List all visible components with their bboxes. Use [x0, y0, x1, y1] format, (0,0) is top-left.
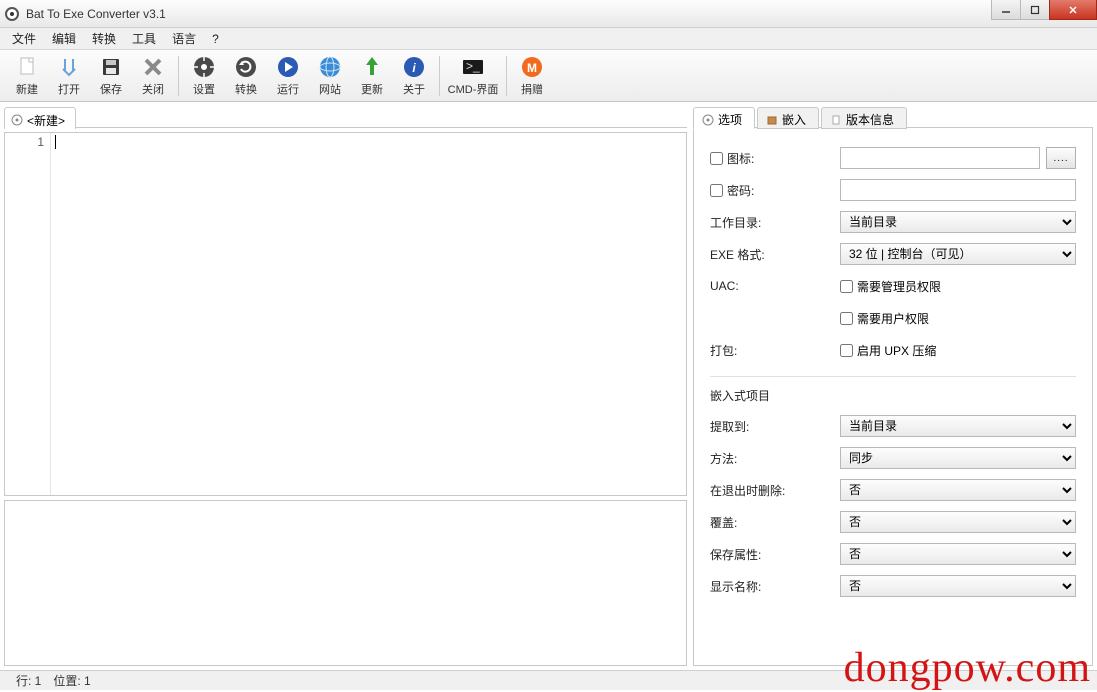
tb-close[interactable]: 关闭: [132, 53, 174, 99]
menu-convert[interactable]: 转换: [84, 28, 124, 49]
password-field[interactable]: [840, 179, 1076, 201]
tab-version[interactable]: 版本信息: [821, 107, 907, 129]
menu-help[interactable]: ?: [204, 30, 227, 48]
box-icon: [766, 114, 778, 126]
status-line: 行: 1: [10, 672, 47, 689]
svg-text:>_: >_: [466, 59, 480, 73]
row-exeformat: EXE 格式: 32 位 | 控制台（可见）: [710, 242, 1076, 266]
tb-convert[interactable]: 转换: [225, 53, 267, 99]
editor-text-area[interactable]: [51, 133, 686, 495]
tb-settings[interactable]: 设置: [183, 53, 225, 99]
menu-tools[interactable]: 工具: [124, 28, 164, 49]
menu-file[interactable]: 文件: [4, 28, 44, 49]
row-password: 密码:: [710, 178, 1076, 202]
gear-small-icon: [11, 114, 23, 126]
left-pane: <新建> 1: [4, 106, 687, 666]
password-checkbox[interactable]: [710, 184, 723, 197]
donate-icon: M: [520, 55, 544, 79]
run-icon: [276, 55, 300, 79]
app-icon: [4, 6, 20, 22]
status-pos: 位置: 1: [47, 672, 96, 689]
preserve-attr-select[interactable]: 否: [840, 543, 1076, 565]
terminal-icon: >_: [461, 55, 485, 79]
save-icon: [99, 55, 123, 79]
row-uac2: 需要用户权限: [710, 306, 1076, 330]
row-uac: UAC: 需要管理员权限: [710, 274, 1076, 298]
tb-website[interactable]: 网站: [309, 53, 351, 99]
editor-tab-label: <新建>: [27, 112, 65, 129]
icon-checkbox[interactable]: [710, 152, 723, 165]
icon-browse-button[interactable]: ....: [1046, 147, 1076, 169]
new-file-icon: [15, 55, 39, 79]
window-controls: [992, 0, 1097, 20]
info-icon: i: [402, 55, 426, 79]
tb-new[interactable]: 新建: [6, 53, 48, 99]
close-button[interactable]: [1049, 0, 1097, 20]
row-workdir: 工作目录: 当前目录: [710, 210, 1076, 234]
tb-open[interactable]: 打开: [48, 53, 90, 99]
workdir-select[interactable]: 当前目录: [840, 211, 1076, 233]
client-area: <新建> 1 选项 嵌入 版本信息 图标:: [0, 102, 1097, 670]
tab-options[interactable]: 选项: [693, 107, 755, 129]
close-file-icon: [141, 55, 165, 79]
show-name-select[interactable]: 否: [840, 575, 1076, 597]
toolbar-separator: [439, 56, 440, 96]
tb-update[interactable]: 更新: [351, 53, 393, 99]
menu-language[interactable]: 语言: [164, 28, 204, 49]
tb-save[interactable]: 保存: [90, 53, 132, 99]
overwrite-select[interactable]: 否: [840, 511, 1076, 533]
delete-on-exit-select[interactable]: 否: [840, 479, 1076, 501]
toolbar: 新建 打开 保存 关闭 设置 转换 运行 网站 更新 i关于 >_CMD-界面 …: [0, 50, 1097, 102]
tb-cmd[interactable]: >_CMD-界面: [444, 53, 502, 99]
globe-icon: [318, 55, 342, 79]
option-tabs: 选项 嵌入 版本信息: [693, 106, 1093, 128]
minimize-button[interactable]: [991, 0, 1021, 20]
menu-edit[interactable]: 编辑: [44, 28, 84, 49]
menubar: 文件 编辑 转换 工具 语言 ?: [0, 28, 1097, 50]
toolbar-separator: [178, 56, 179, 96]
upx-checkbox[interactable]: [840, 344, 853, 357]
embed-section-header: 嵌入式项目: [710, 376, 1076, 404]
maximize-button[interactable]: [1020, 0, 1050, 20]
exeformat-select[interactable]: 32 位 | 控制台（可见）: [840, 243, 1076, 265]
editor-tabs: <新建>: [4, 106, 687, 128]
gear-small-icon: [702, 114, 714, 126]
update-icon: [360, 55, 384, 79]
row-pack: 打包: 启用 UPX 压缩: [710, 338, 1076, 362]
tab-embed[interactable]: 嵌入: [757, 107, 819, 129]
window-title: Bat To Exe Converter v3.1: [26, 7, 166, 21]
row-icon: 图标: ....: [710, 146, 1076, 170]
tb-run[interactable]: 运行: [267, 53, 309, 99]
toolbar-separator: [506, 56, 507, 96]
uac-admin-checkbox[interactable]: [840, 280, 853, 293]
extract-to-select[interactable]: 当前目录: [840, 415, 1076, 437]
titlebar: Bat To Exe Converter v3.1: [0, 0, 1097, 28]
editor-gutter: 1: [5, 133, 51, 495]
editor-tab-new[interactable]: <新建>: [4, 107, 76, 129]
code-editor[interactable]: 1: [4, 132, 687, 496]
uac-user-checkbox[interactable]: [840, 312, 853, 325]
icon-field[interactable]: [840, 147, 1040, 169]
tb-donate[interactable]: M捐赠: [511, 53, 553, 99]
options-panel: 图标: .... 密码: 工作目录: 当前目录 EXE 格式: 32 位 | 控…: [693, 128, 1093, 666]
svg-text:M: M: [527, 61, 537, 75]
method-select[interactable]: 同步: [840, 447, 1076, 469]
open-icon: [57, 55, 81, 79]
output-pane[interactable]: [4, 500, 687, 666]
statusbar: 行: 1 位置: 1: [0, 670, 1097, 690]
convert-icon: [234, 55, 258, 79]
right-pane: 选项 嵌入 版本信息 图标: .... 密码: 工作目录: 当前目录: [693, 106, 1093, 666]
tb-about[interactable]: i关于: [393, 53, 435, 99]
page-icon: [830, 114, 842, 126]
settings-icon: [192, 55, 216, 79]
